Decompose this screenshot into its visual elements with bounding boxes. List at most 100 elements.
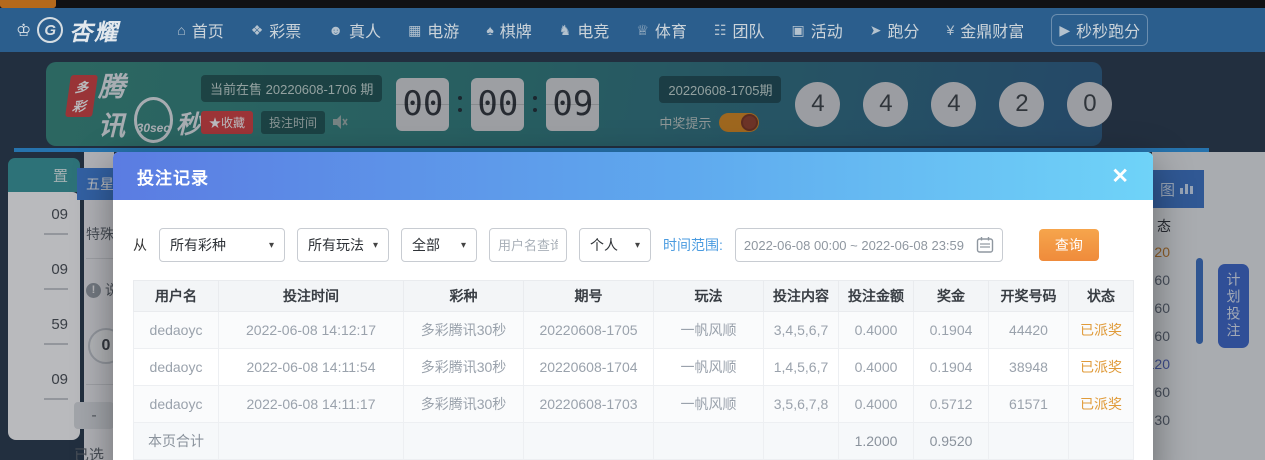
- cell-draw-number: 44420: [988, 311, 1069, 349]
- query-button[interactable]: 查询: [1038, 229, 1099, 261]
- totals-cell: [523, 422, 654, 460]
- calendar-icon[interactable]: [976, 236, 994, 254]
- nav-item-boardgames[interactable]: ♠ 棋牌: [486, 18, 531, 42]
- person-icon: ☻: [328, 22, 344, 38]
- time-range-label: 时间范围:: [663, 237, 723, 253]
- cell-content: 1,4,5,6,7: [763, 348, 839, 386]
- nav-item-fastrun[interactable]: ▶ 秒秒跑分: [1051, 14, 1149, 46]
- nav-label: 电游: [427, 24, 460, 41]
- status-select[interactable]: 全部 ▾: [401, 228, 477, 262]
- status-badge: 已派奖: [1068, 348, 1134, 386]
- browser-strip: [0, 0, 1265, 8]
- nav-item-activity[interactable]: ▣ 活动: [792, 18, 843, 42]
- nav-label: 秒秒跑分: [1076, 24, 1141, 41]
- modal-header: 投注记录 ✕: [113, 152, 1153, 200]
- nav-item-live[interactable]: ☻ 真人: [328, 18, 381, 42]
- money-icon: ¥: [946, 22, 955, 38]
- table-header-row: 用户名 投注时间 彩种 期号 玩法 投注内容 投注金额 奖金 开奖号码 状态: [133, 280, 1134, 312]
- cell-username: dedaoyc: [133, 385, 219, 423]
- cards-icon: ♠: [486, 22, 494, 38]
- nav-item-wealth[interactable]: ¥ 金鼎财富: [947, 18, 1025, 42]
- from-label: 从: [133, 237, 147, 253]
- team-icon: ☷: [713, 21, 727, 38]
- play-type-select[interactable]: 所有玩法 ▾: [297, 228, 389, 262]
- nav-label: 活动: [810, 24, 843, 41]
- cell-lottery: 多彩腾讯30秒: [403, 311, 524, 349]
- nav-item-home[interactable]: ⌂ 首页: [177, 18, 223, 42]
- cell-draw-number: 61571: [988, 385, 1069, 423]
- scope-select[interactable]: 个人 ▾: [579, 228, 651, 262]
- strip-orange-accent: [0, 0, 56, 8]
- nav-item-team[interactable]: ☷ 团队: [714, 18, 765, 42]
- chevron-down-icon: ▾: [634, 239, 640, 251]
- cell-content: 3,5,6,7,8: [763, 385, 839, 423]
- cell-play: 一帆风顺: [653, 311, 764, 349]
- nav-item-lottery[interactable]: ❖ 彩票: [251, 18, 302, 42]
- site-logo[interactable]: ♔ G 杏耀: [16, 13, 119, 47]
- cell-draw-number: 38948: [988, 348, 1069, 386]
- date-range-input[interactable]: [743, 237, 970, 253]
- nav-label: 体育: [654, 24, 687, 41]
- col-username: 用户名: [133, 280, 219, 312]
- nav-item-runscore[interactable]: ➤ 跑分: [870, 18, 920, 42]
- status-badge: 已派奖: [1068, 311, 1134, 349]
- gift-icon: ▣: [791, 21, 805, 38]
- gamepad-icon: ♞: [558, 21, 572, 38]
- chevron-down-icon: ▾: [372, 239, 378, 251]
- select-value: 所有玩法: [308, 237, 364, 253]
- table-row: dedaoyc 2022-06-08 14:11:17 多彩腾讯30秒 2022…: [133, 385, 1134, 423]
- nav-label: 彩票: [269, 24, 302, 41]
- totals-cell: [403, 422, 524, 460]
- totals-prize: 0.9520: [913, 422, 989, 460]
- nav-item-esports[interactable]: ♞ 电竞: [559, 18, 610, 42]
- bet-record-table: 用户名 投注时间 彩种 期号 玩法 投注内容 投注金额 奖金 开奖号码 状态 d…: [133, 280, 1134, 460]
- slot-icon: ▦: [408, 21, 422, 38]
- site-logo-text: 杏耀: [69, 19, 120, 45]
- chevron-down-icon: ▾: [460, 239, 466, 251]
- cell-lottery: 多彩腾讯30秒: [403, 385, 524, 423]
- nav-item-sports[interactable]: ♕ 体育: [636, 18, 687, 42]
- totals-cell: [218, 422, 404, 460]
- totals-cell: [763, 422, 839, 460]
- date-range-field[interactable]: [734, 228, 1003, 262]
- col-play: 玩法: [653, 280, 764, 312]
- nav-label: 真人: [349, 24, 382, 41]
- status-badge: 已派奖: [1068, 385, 1134, 423]
- totals-cell: [653, 422, 764, 460]
- cell-lottery: 多彩腾讯30秒: [403, 348, 524, 386]
- totals-cell: [988, 422, 1069, 460]
- cell-bet-time: 2022-06-08 14:11:17: [218, 385, 404, 423]
- close-icon[interactable]: ✕: [1111, 166, 1129, 187]
- cell-username: dedaoyc: [133, 311, 219, 349]
- col-draw-number: 开奖号码: [988, 280, 1069, 312]
- cell-content: 3,4,5,6,7: [763, 311, 839, 349]
- play-icon: ▶: [1059, 21, 1071, 38]
- screen: ♔ G 杏耀 ⌂ 首页 ❖ 彩票 ☻ 真人 ▦ 电游 ♠ 棋牌 ♞ 电竞 ♕ 体育 ☷ 团队 ▣…: [0, 0, 1265, 460]
- nav-label: 金鼎财富: [960, 24, 1025, 41]
- table-row: dedaoyc 2022-06-08 14:11:54 多彩腾讯30秒 2022…: [133, 348, 1134, 386]
- col-content: 投注内容: [763, 280, 839, 312]
- bet-record-modal: 投注记录 ✕ 从 所有彩种 ▾ 所有玩法 ▾ 全部 ▾ 个人 ▾ 时间范围: 查询: [113, 152, 1153, 460]
- col-bet-time: 投注时间: [218, 280, 404, 312]
- lottery-type-select[interactable]: 所有彩种 ▾: [159, 228, 285, 262]
- cell-bet-time: 2022-06-08 14:11:54: [218, 348, 404, 386]
- cell-prize: 0.5712: [913, 385, 989, 423]
- select-value: 个人: [590, 237, 618, 253]
- col-status: 状态: [1068, 280, 1134, 312]
- col-amount: 投注金额: [838, 280, 914, 312]
- cell-prize: 0.1904: [913, 348, 989, 386]
- run-icon: ➤: [869, 21, 882, 38]
- col-issue: 期号: [523, 280, 654, 312]
- table-totals-row: 本页合计 1.2000 0.9520: [133, 422, 1134, 460]
- username-search-input[interactable]: [489, 228, 567, 262]
- totals-amount: 1.2000: [838, 422, 914, 460]
- select-value: 所有彩种: [170, 237, 226, 253]
- cell-issue: 20220608-1703: [523, 385, 654, 423]
- nav-item-egames[interactable]: ▦ 电游: [408, 18, 459, 42]
- nav-label: 团队: [732, 24, 765, 41]
- trophy-icon: ♕: [636, 21, 649, 38]
- cell-username: dedaoyc: [133, 348, 219, 386]
- nav-label: 棋牌: [499, 24, 532, 41]
- modal-title: 投注记录: [137, 168, 209, 188]
- cell-issue: 20220608-1705: [523, 311, 654, 349]
